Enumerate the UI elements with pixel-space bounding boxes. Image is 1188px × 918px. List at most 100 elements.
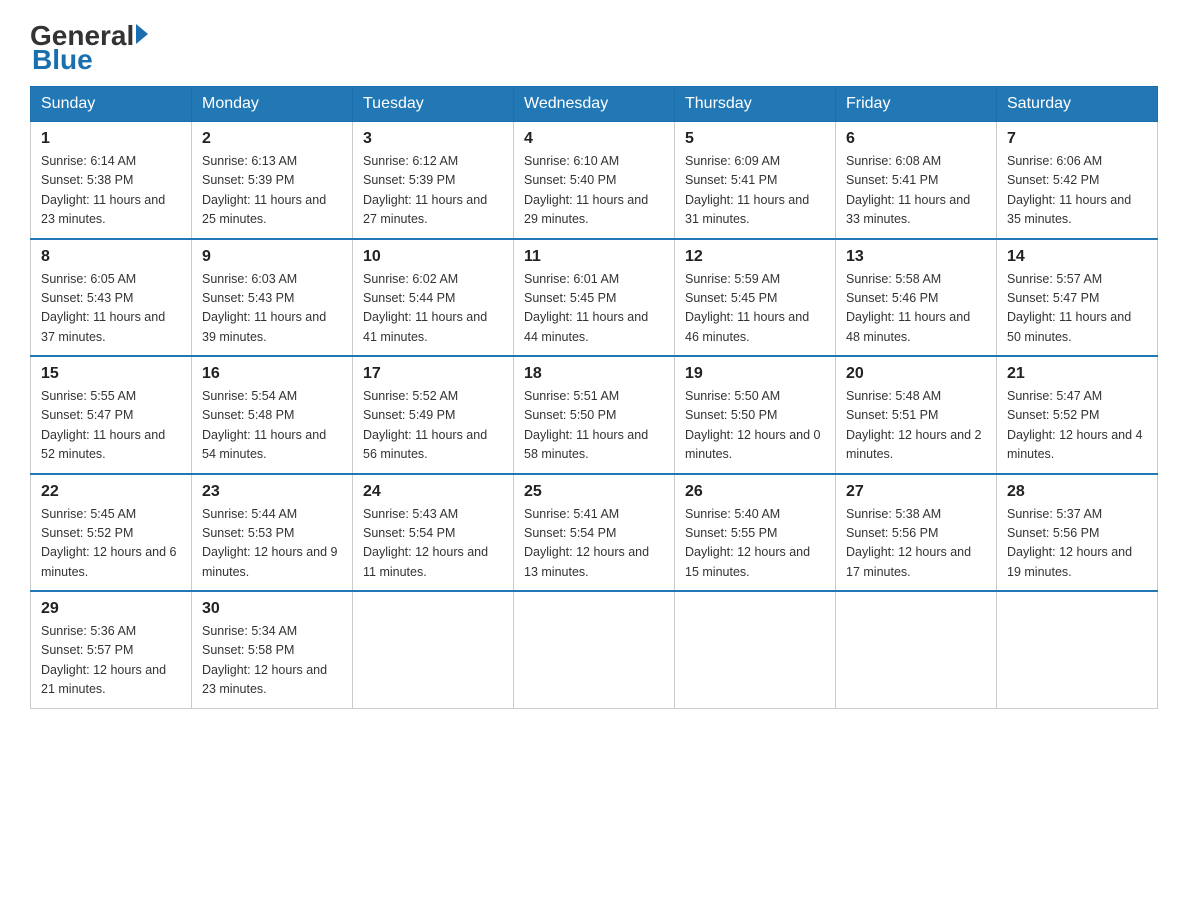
calendar-day-cell <box>997 591 1158 708</box>
day-info: Sunrise: 5:44 AMSunset: 5:53 PMDaylight:… <box>202 507 338 579</box>
day-info: Sunrise: 6:09 AMSunset: 5:41 PMDaylight:… <box>685 154 809 226</box>
weekday-header-sunday: Sunday <box>31 87 192 122</box>
day-number: 9 <box>202 248 342 266</box>
weekday-header-tuesday: Tuesday <box>353 87 514 122</box>
weekday-header-friday: Friday <box>836 87 997 122</box>
day-number: 14 <box>1007 248 1147 266</box>
day-info: Sunrise: 5:52 AMSunset: 5:49 PMDaylight:… <box>363 389 487 461</box>
calendar-day-cell: 28 Sunrise: 5:37 AMSunset: 5:56 PMDaylig… <box>997 474 1158 592</box>
calendar-day-cell: 9 Sunrise: 6:03 AMSunset: 5:43 PMDayligh… <box>192 239 353 357</box>
logo: General Blue <box>30 20 148 76</box>
calendar-day-cell: 23 Sunrise: 5:44 AMSunset: 5:53 PMDaylig… <box>192 474 353 592</box>
calendar-week-row: 22 Sunrise: 5:45 AMSunset: 5:52 PMDaylig… <box>31 474 1158 592</box>
weekday-header-thursday: Thursday <box>675 87 836 122</box>
calendar-day-cell: 5 Sunrise: 6:09 AMSunset: 5:41 PMDayligh… <box>675 122 836 239</box>
calendar-day-cell <box>514 591 675 708</box>
calendar-day-cell: 20 Sunrise: 5:48 AMSunset: 5:51 PMDaylig… <box>836 356 997 474</box>
day-number: 26 <box>685 483 825 501</box>
day-info: Sunrise: 5:54 AMSunset: 5:48 PMDaylight:… <box>202 389 326 461</box>
calendar-day-cell <box>353 591 514 708</box>
day-number: 1 <box>41 130 181 148</box>
calendar-day-cell: 3 Sunrise: 6:12 AMSunset: 5:39 PMDayligh… <box>353 122 514 239</box>
calendar-day-cell: 26 Sunrise: 5:40 AMSunset: 5:55 PMDaylig… <box>675 474 836 592</box>
day-info: Sunrise: 5:48 AMSunset: 5:51 PMDaylight:… <box>846 389 982 461</box>
day-info: Sunrise: 5:55 AMSunset: 5:47 PMDaylight:… <box>41 389 165 461</box>
day-info: Sunrise: 5:38 AMSunset: 5:56 PMDaylight:… <box>846 507 971 579</box>
day-number: 25 <box>524 483 664 501</box>
day-info: Sunrise: 5:51 AMSunset: 5:50 PMDaylight:… <box>524 389 648 461</box>
day-number: 7 <box>1007 130 1147 148</box>
day-info: Sunrise: 5:45 AMSunset: 5:52 PMDaylight:… <box>41 507 177 579</box>
day-number: 2 <box>202 130 342 148</box>
page-header: General Blue <box>30 20 1158 76</box>
calendar-week-row: 15 Sunrise: 5:55 AMSunset: 5:47 PMDaylig… <box>31 356 1158 474</box>
calendar-day-cell: 17 Sunrise: 5:52 AMSunset: 5:49 PMDaylig… <box>353 356 514 474</box>
calendar-day-cell: 30 Sunrise: 5:34 AMSunset: 5:58 PMDaylig… <box>192 591 353 708</box>
calendar-week-row: 1 Sunrise: 6:14 AMSunset: 5:38 PMDayligh… <box>31 122 1158 239</box>
day-number: 24 <box>363 483 503 501</box>
day-number: 15 <box>41 365 181 383</box>
calendar-week-row: 8 Sunrise: 6:05 AMSunset: 5:43 PMDayligh… <box>31 239 1158 357</box>
weekday-header-row: SundayMondayTuesdayWednesdayThursdayFrid… <box>31 87 1158 122</box>
calendar-day-cell: 10 Sunrise: 6:02 AMSunset: 5:44 PMDaylig… <box>353 239 514 357</box>
calendar-day-cell: 6 Sunrise: 6:08 AMSunset: 5:41 PMDayligh… <box>836 122 997 239</box>
day-info: Sunrise: 5:37 AMSunset: 5:56 PMDaylight:… <box>1007 507 1132 579</box>
day-number: 3 <box>363 130 503 148</box>
day-info: Sunrise: 5:41 AMSunset: 5:54 PMDaylight:… <box>524 507 649 579</box>
calendar-day-cell: 2 Sunrise: 6:13 AMSunset: 5:39 PMDayligh… <box>192 122 353 239</box>
calendar-day-cell: 13 Sunrise: 5:58 AMSunset: 5:46 PMDaylig… <box>836 239 997 357</box>
day-number: 16 <box>202 365 342 383</box>
day-info: Sunrise: 6:14 AMSunset: 5:38 PMDaylight:… <box>41 154 165 226</box>
calendar-day-cell: 19 Sunrise: 5:50 AMSunset: 5:50 PMDaylig… <box>675 356 836 474</box>
day-info: Sunrise: 6:01 AMSunset: 5:45 PMDaylight:… <box>524 272 648 344</box>
weekday-header-monday: Monday <box>192 87 353 122</box>
calendar-day-cell: 15 Sunrise: 5:55 AMSunset: 5:47 PMDaylig… <box>31 356 192 474</box>
logo-blue-text: Blue <box>32 44 93 76</box>
day-info: Sunrise: 5:47 AMSunset: 5:52 PMDaylight:… <box>1007 389 1143 461</box>
calendar-day-cell: 27 Sunrise: 5:38 AMSunset: 5:56 PMDaylig… <box>836 474 997 592</box>
day-number: 18 <box>524 365 664 383</box>
calendar-day-cell: 12 Sunrise: 5:59 AMSunset: 5:45 PMDaylig… <box>675 239 836 357</box>
day-number: 4 <box>524 130 664 148</box>
day-info: Sunrise: 5:36 AMSunset: 5:57 PMDaylight:… <box>41 624 166 696</box>
day-info: Sunrise: 5:57 AMSunset: 5:47 PMDaylight:… <box>1007 272 1131 344</box>
day-number: 21 <box>1007 365 1147 383</box>
logo-triangle-icon <box>136 24 148 44</box>
day-number: 20 <box>846 365 986 383</box>
calendar-day-cell: 1 Sunrise: 6:14 AMSunset: 5:38 PMDayligh… <box>31 122 192 239</box>
day-number: 11 <box>524 248 664 266</box>
day-info: Sunrise: 5:58 AMSunset: 5:46 PMDaylight:… <box>846 272 970 344</box>
calendar-week-row: 29 Sunrise: 5:36 AMSunset: 5:57 PMDaylig… <box>31 591 1158 708</box>
calendar-day-cell: 11 Sunrise: 6:01 AMSunset: 5:45 PMDaylig… <box>514 239 675 357</box>
day-info: Sunrise: 5:43 AMSunset: 5:54 PMDaylight:… <box>363 507 488 579</box>
day-info: Sunrise: 6:10 AMSunset: 5:40 PMDaylight:… <box>524 154 648 226</box>
calendar-day-cell: 14 Sunrise: 5:57 AMSunset: 5:47 PMDaylig… <box>997 239 1158 357</box>
day-number: 10 <box>363 248 503 266</box>
day-info: Sunrise: 5:34 AMSunset: 5:58 PMDaylight:… <box>202 624 327 696</box>
day-info: Sunrise: 6:06 AMSunset: 5:42 PMDaylight:… <box>1007 154 1131 226</box>
calendar-day-cell: 7 Sunrise: 6:06 AMSunset: 5:42 PMDayligh… <box>997 122 1158 239</box>
day-number: 19 <box>685 365 825 383</box>
day-info: Sunrise: 6:08 AMSunset: 5:41 PMDaylight:… <box>846 154 970 226</box>
day-number: 5 <box>685 130 825 148</box>
day-number: 17 <box>363 365 503 383</box>
calendar-day-cell <box>836 591 997 708</box>
day-number: 12 <box>685 248 825 266</box>
day-number: 8 <box>41 248 181 266</box>
calendar-day-cell: 16 Sunrise: 5:54 AMSunset: 5:48 PMDaylig… <box>192 356 353 474</box>
calendar-day-cell: 25 Sunrise: 5:41 AMSunset: 5:54 PMDaylig… <box>514 474 675 592</box>
weekday-header-wednesday: Wednesday <box>514 87 675 122</box>
calendar-table: SundayMondayTuesdayWednesdayThursdayFrid… <box>30 86 1158 709</box>
calendar-day-cell: 29 Sunrise: 5:36 AMSunset: 5:57 PMDaylig… <box>31 591 192 708</box>
calendar-day-cell: 24 Sunrise: 5:43 AMSunset: 5:54 PMDaylig… <box>353 474 514 592</box>
day-number: 29 <box>41 600 181 618</box>
weekday-header-saturday: Saturday <box>997 87 1158 122</box>
calendar-day-cell <box>675 591 836 708</box>
day-info: Sunrise: 5:59 AMSunset: 5:45 PMDaylight:… <box>685 272 809 344</box>
day-info: Sunrise: 6:02 AMSunset: 5:44 PMDaylight:… <box>363 272 487 344</box>
calendar-day-cell: 22 Sunrise: 5:45 AMSunset: 5:52 PMDaylig… <box>31 474 192 592</box>
calendar-day-cell: 4 Sunrise: 6:10 AMSunset: 5:40 PMDayligh… <box>514 122 675 239</box>
day-info: Sunrise: 6:05 AMSunset: 5:43 PMDaylight:… <box>41 272 165 344</box>
day-info: Sunrise: 5:40 AMSunset: 5:55 PMDaylight:… <box>685 507 810 579</box>
day-info: Sunrise: 5:50 AMSunset: 5:50 PMDaylight:… <box>685 389 821 461</box>
